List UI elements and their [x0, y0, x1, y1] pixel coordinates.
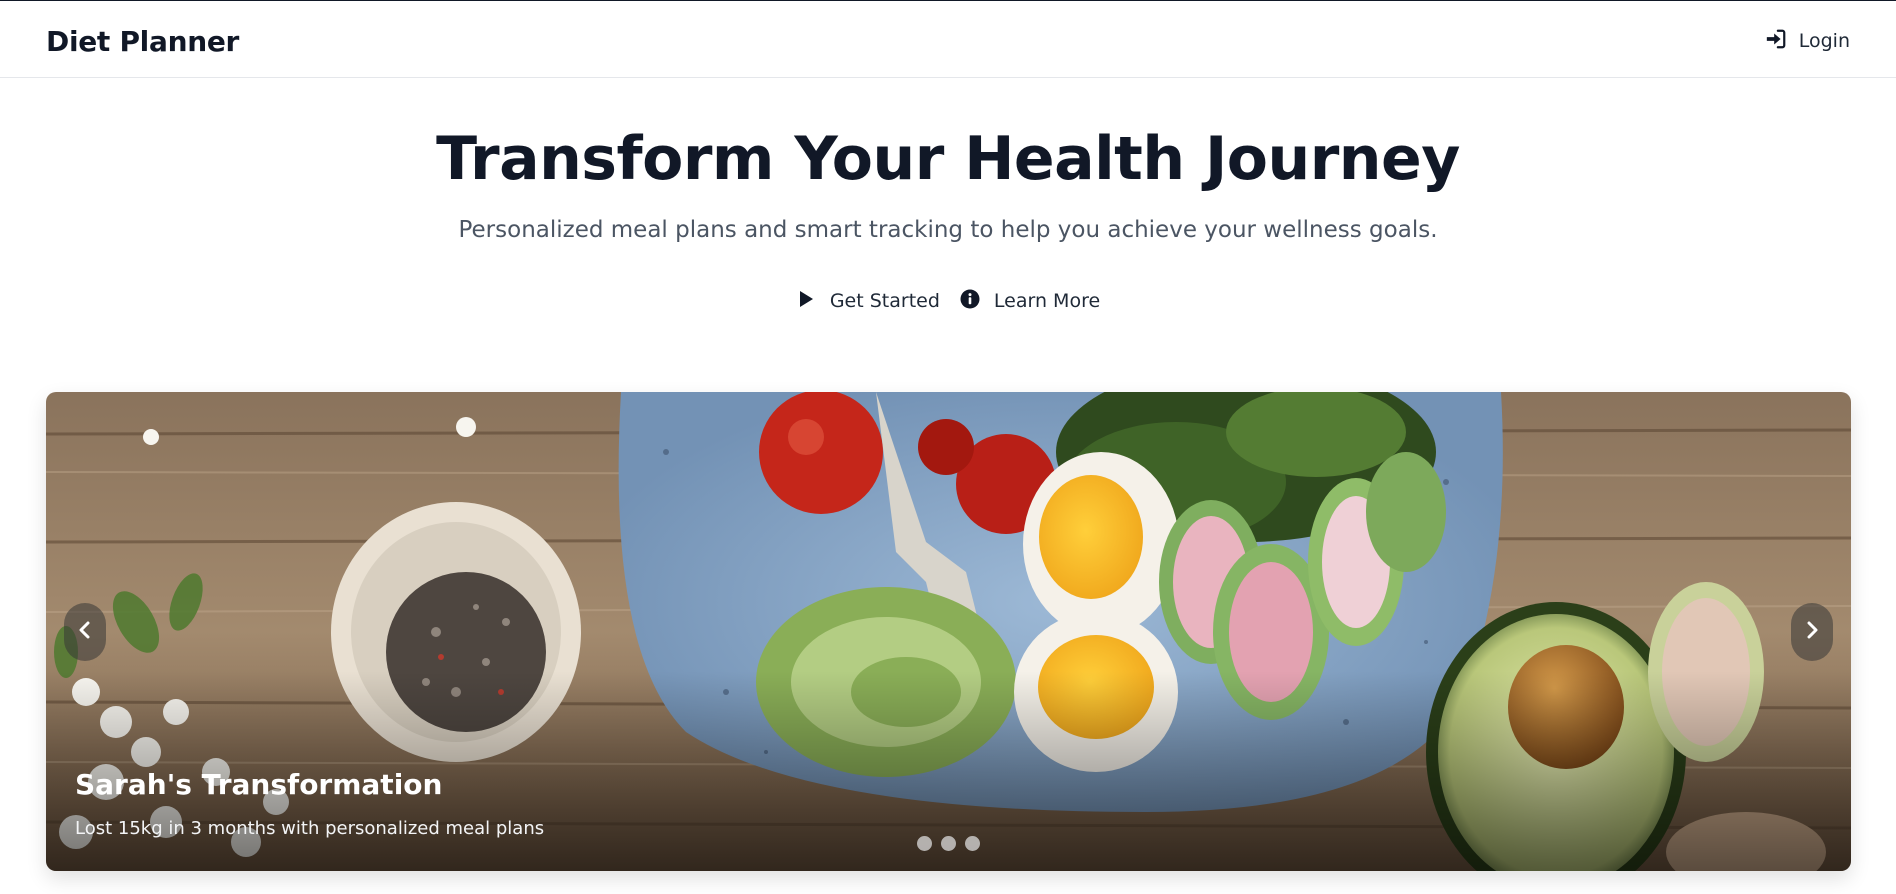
get-started-button[interactable]: Get Started: [796, 289, 940, 314]
brand-logo[interactable]: Diet Planner: [46, 25, 239, 58]
learn-more-button[interactable]: Learn More: [960, 289, 1100, 314]
carousel-dot-1[interactable]: [917, 836, 932, 851]
hero-title: Transform Your Health Journey: [436, 124, 1460, 194]
hero-subtitle: Personalized meal plans and smart tracki…: [458, 217, 1438, 243]
carousel-next-button[interactable]: [1791, 603, 1833, 661]
navbar: Diet Planner Login: [0, 1, 1896, 78]
learn-more-label: Learn More: [993, 290, 1101, 312]
info-circle-icon: [960, 289, 980, 314]
login-button[interactable]: Login: [1765, 28, 1850, 54]
carousel-dot-3[interactable]: [965, 836, 980, 851]
sign-in-icon: [1765, 28, 1787, 55]
chevron-right-icon: [1803, 621, 1821, 643]
slide-title: Sarah's Transformation: [75, 768, 443, 801]
login-label: Login: [1798, 30, 1850, 52]
hero-actions: Get Started Learn More: [0, 286, 1896, 316]
carousel-prev-button[interactable]: [64, 603, 106, 661]
chevron-left-icon: [76, 621, 94, 643]
testimonial-carousel: Sarah's Transformation Lost 15kg in 3 mo…: [46, 392, 1851, 871]
get-started-label: Get Started: [829, 290, 940, 312]
play-icon: [796, 289, 816, 314]
carousel-dot-2[interactable]: [941, 836, 956, 851]
carousel-indicators: [46, 836, 1851, 851]
